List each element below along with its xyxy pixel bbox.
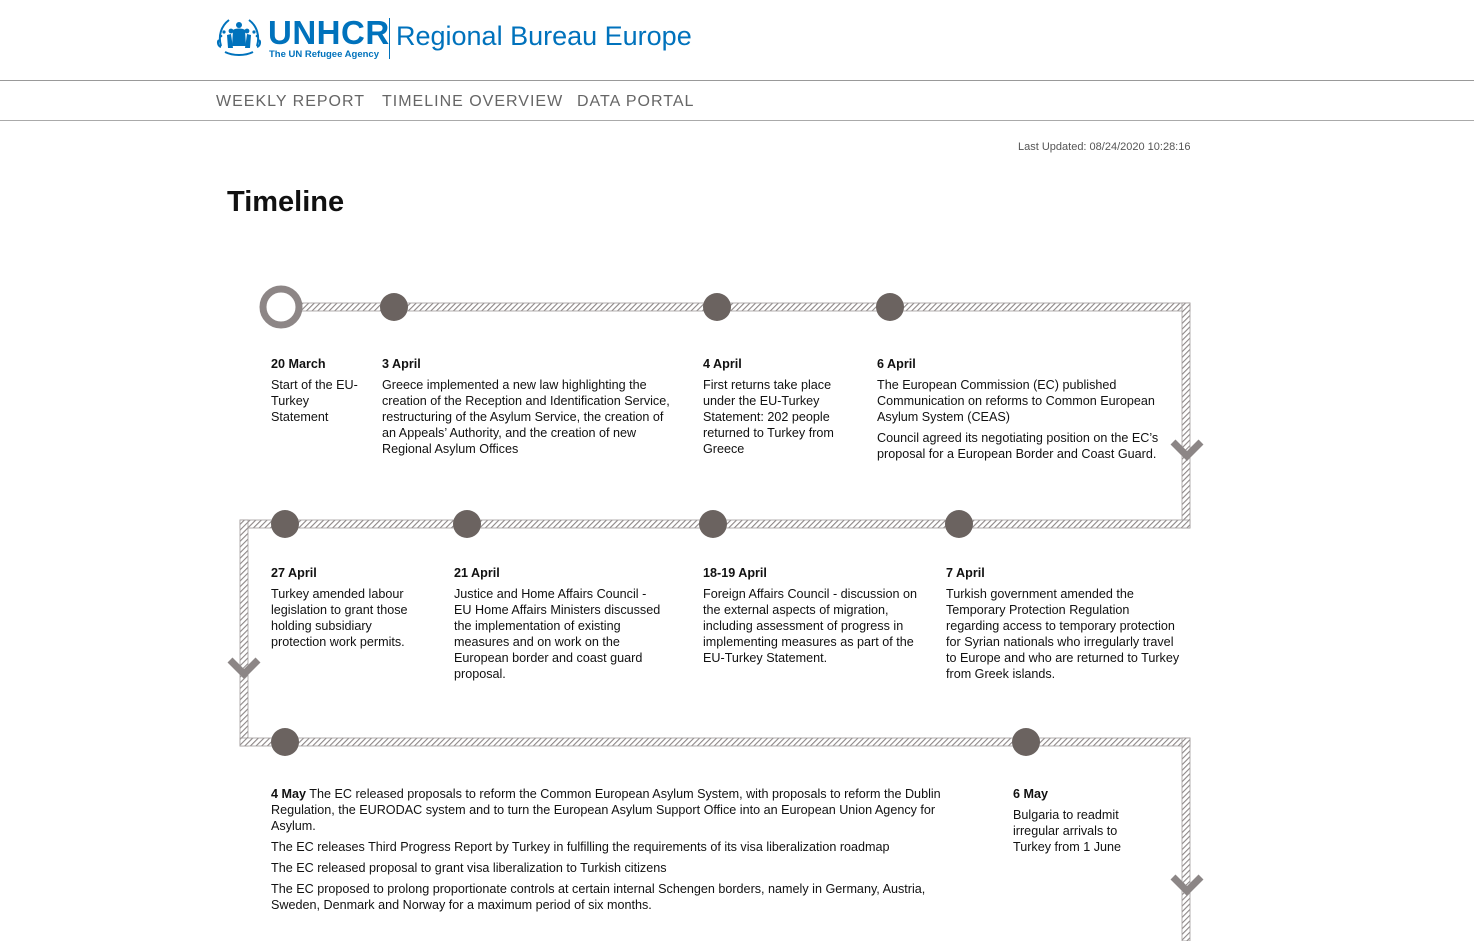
- timeline-node: [380, 293, 408, 321]
- event-date: 3 April: [382, 357, 421, 371]
- event-text: The EC released proposal to grant visa l…: [271, 861, 667, 875]
- event-date: 7 April: [946, 566, 985, 580]
- event-text: The EC proposed to prolong proportionate…: [271, 882, 926, 912]
- timeline-node: [271, 510, 299, 538]
- event-text: Turkish government amended the Temporary…: [946, 587, 1180, 681]
- timeline-event: 6 May Bulgaria to readmit irregular arri…: [1013, 786, 1143, 860]
- event-text: The EC releases Third Progress Report by…: [271, 840, 890, 854]
- event-date: 18-19 April: [703, 566, 767, 580]
- timeline-event: 20 March Start of the EU-Turkey Statemen…: [271, 356, 366, 430]
- event-date: 4 April: [703, 357, 742, 371]
- timeline-node: [699, 510, 727, 538]
- event-date: 6 April: [877, 357, 916, 371]
- event-text: Greece implemented a new law highlightin…: [382, 378, 670, 456]
- event-date: 21 April: [454, 566, 500, 580]
- event-text: Council agreed its negotiating position …: [877, 431, 1159, 461]
- timeline-node: [876, 293, 904, 321]
- timeline-node: [453, 510, 481, 538]
- timeline-node: [703, 293, 731, 321]
- event-text: Start of the EU-Turkey Statement: [271, 378, 358, 424]
- timeline-node: [271, 728, 299, 756]
- event-text: Turkey amended labour legislation to gra…: [271, 587, 408, 649]
- timeline-event: 4 May The EC released proposals to refor…: [271, 786, 971, 918]
- event-date: 6 May: [1013, 787, 1049, 801]
- timeline-node: [945, 510, 973, 538]
- event-text: The European Commission (EC) published C…: [877, 378, 1155, 424]
- event-date: 20 March: [271, 357, 326, 371]
- event-text: The EC released proposals to reform the …: [271, 787, 941, 833]
- event-text: Justice and Home Affairs Council - EU Ho…: [454, 587, 661, 681]
- timeline-node-start: [259, 285, 303, 329]
- timeline-event: 3 April Greece implemented a new law hig…: [382, 356, 677, 462]
- timeline-event: 27 April Turkey amended labour legislati…: [271, 565, 421, 655]
- timeline-event: 21 April Justice and Home Affairs Counci…: [454, 565, 664, 687]
- event-text: First returns take place under the EU-Tu…: [703, 378, 834, 456]
- timeline-node: [1012, 728, 1040, 756]
- event-date: 27 April: [271, 566, 317, 580]
- event-date: 4 May: [271, 787, 307, 801]
- timeline-event: 7 April Turkish government amended the T…: [946, 565, 1181, 687]
- timeline-event: 4 April First returns take place under t…: [703, 356, 848, 462]
- event-text: Foreign Affairs Council - discussion on …: [703, 587, 917, 665]
- event-text: Bulgaria to readmit irregular arrivals t…: [1013, 808, 1122, 854]
- timeline-event: 6 April The European Commission (EC) pub…: [877, 356, 1162, 467]
- timeline-event: 18-19 April Foreign Affairs Council - di…: [703, 565, 923, 671]
